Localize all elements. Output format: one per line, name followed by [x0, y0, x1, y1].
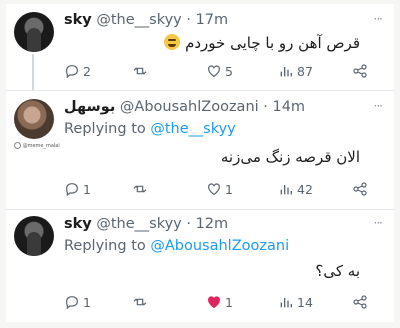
tweet[interactable]: @meme_malai بوسهل @AbousahlZoozani · 14m… — [6, 91, 394, 209]
share-button[interactable] — [352, 179, 371, 199]
share-icon — [353, 295, 367, 309]
views-button[interactable]: 87 — [278, 61, 313, 81]
share-icon — [353, 182, 367, 196]
replying-to: Replying to @the__skyy — [64, 121, 236, 137]
share-icon — [353, 64, 367, 78]
views-count: 14 — [297, 294, 313, 310]
tweet[interactable]: sky @the__skyy · 12m ··· Replying to @Ab… — [6, 210, 394, 322]
retweet-button[interactable] — [132, 61, 151, 81]
replying-to-link[interactable]: @AbousahlZoozani — [150, 238, 289, 254]
reply-button[interactable]: 1 — [64, 292, 91, 312]
action-bar: 1 1 42 — [64, 179, 374, 199]
retweet-icon — [133, 298, 147, 306]
views-chart-icon — [280, 185, 292, 195]
handle[interactable]: @the__skyy — [96, 216, 181, 232]
reply-count: 1 — [83, 181, 91, 197]
like-count: 5 — [225, 63, 233, 79]
display-name[interactable]: sky — [64, 12, 92, 28]
display-name[interactable]: sky — [64, 216, 92, 232]
reply-icon — [66, 183, 78, 197]
avatar[interactable] — [14, 216, 54, 256]
action-bar: 1 1 14 — [64, 292, 374, 312]
watermark: @meme_malai — [14, 142, 62, 149]
like-count: 1 — [225, 294, 233, 310]
retweet-button[interactable] — [132, 292, 151, 312]
like-count: 1 — [225, 181, 233, 197]
like-button[interactable]: 1 — [206, 292, 233, 312]
tweet-text: به کی؟ — [315, 262, 360, 280]
timestamp[interactable]: 12m — [196, 216, 229, 232]
heart-icon — [208, 183, 220, 196]
views-button[interactable]: 42 — [278, 179, 313, 199]
watermark-logo-icon — [14, 142, 21, 149]
handle[interactable]: @the__skyy — [96, 12, 181, 28]
heart-icon — [208, 65, 220, 78]
more-options-icon[interactable]: ··· — [374, 99, 384, 113]
views-chart-icon — [280, 298, 292, 308]
timestamp[interactable]: 17m — [196, 12, 229, 28]
share-button[interactable] — [352, 61, 371, 81]
retweet-button[interactable] — [132, 179, 151, 199]
separator: · — [263, 99, 268, 115]
reply-icon — [66, 65, 78, 79]
avatar[interactable] — [14, 12, 54, 52]
timestamp[interactable]: 14m — [272, 99, 305, 115]
replying-prefix: Replying to — [64, 121, 146, 137]
tweet-text-content: قرص آهن رو با چایی خوردم — [185, 34, 360, 52]
tweet-text: الان قرصه زنگ می‌زنه — [220, 148, 360, 166]
reply-button[interactable]: 1 — [64, 179, 91, 199]
tweet-header: sky @the__skyy · 17m — [64, 12, 228, 28]
retweet-icon — [133, 67, 147, 75]
replying-to-link[interactable]: @the__skyy — [150, 121, 235, 137]
watermark-text: @meme_malai — [22, 143, 60, 149]
more-options-icon[interactable]: ··· — [374, 12, 384, 26]
retweet-icon — [133, 185, 147, 193]
reply-icon — [66, 296, 78, 310]
more-options-icon[interactable]: ··· — [374, 216, 384, 230]
thread-card: sky @the__skyy · 17m ··· قرص آهن رو با چ… — [6, 4, 394, 322]
handle[interactable]: @AbousahlZoozani — [120, 99, 259, 115]
reply-button[interactable]: 2 — [64, 61, 91, 81]
separator: · — [186, 216, 191, 232]
avatar[interactable] — [14, 99, 54, 139]
separator: · — [186, 12, 191, 28]
views-button[interactable]: 14 — [278, 292, 313, 312]
action-bar: 2 5 87 — [64, 61, 374, 81]
like-button[interactable]: 1 — [206, 179, 233, 199]
views-chart-icon — [280, 67, 292, 77]
reply-count: 1 — [83, 294, 91, 310]
thread-line — [32, 54, 34, 90]
display-name[interactable]: بوسهل — [64, 99, 115, 115]
share-button[interactable] — [352, 292, 371, 312]
views-count: 87 — [297, 63, 313, 79]
tweet-header: sky @the__skyy · 12m — [64, 216, 228, 232]
views-count: 42 — [297, 181, 313, 197]
heart-filled-icon — [208, 296, 220, 309]
grimacing-face-emoji-icon — [164, 34, 181, 50]
tweet-header: بوسهل @AbousahlZoozani · 14m — [64, 99, 305, 115]
replying-to: Replying to @AbousahlZoozani — [64, 238, 289, 254]
replying-prefix: Replying to — [64, 238, 146, 254]
like-button[interactable]: 5 — [206, 61, 233, 81]
tweet[interactable]: sky @the__skyy · 17m ··· قرص آهن رو با چ… — [6, 4, 394, 90]
reply-count: 2 — [83, 63, 91, 79]
tweet-text: قرص آهن رو با چایی خوردم — [164, 34, 360, 52]
